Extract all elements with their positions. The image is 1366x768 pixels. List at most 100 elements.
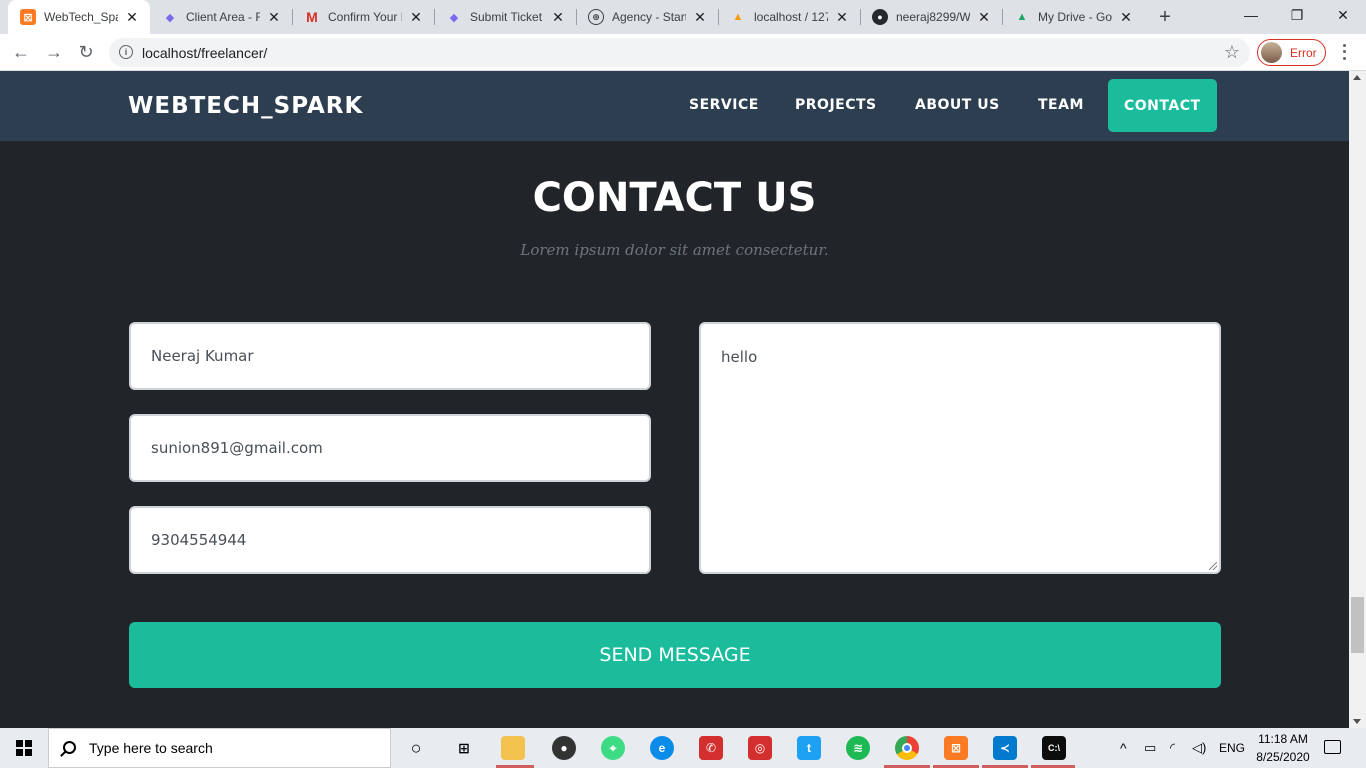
- close-icon[interactable]: ✕: [1118, 9, 1134, 25]
- tab-agency[interactable]: ⊕ Agency - Start ✕: [576, 0, 718, 34]
- language-indicator[interactable]: ENG: [1219, 728, 1245, 768]
- email-field[interactable]: sunion891@gmail.com: [129, 414, 651, 482]
- scroll-down-icon[interactable]: [1353, 719, 1361, 724]
- close-icon[interactable]: ✕: [124, 9, 140, 25]
- nav-about-us[interactable]: ABOUT US: [915, 97, 1000, 113]
- address-bar[interactable]: i localhost/freelancer/ ☆: [109, 38, 1250, 67]
- email-value: sunion891@gmail.com: [151, 439, 323, 457]
- cortana-icon[interactable]: ○: [404, 736, 428, 760]
- nav-team[interactable]: TEAM: [1038, 97, 1084, 113]
- browser-toolbar: ← → ↻ i localhost/freelancer/ ☆ Error: [0, 34, 1366, 71]
- reload-button[interactable]: ↻: [72, 38, 100, 66]
- phone-field[interactable]: 9304554944: [129, 506, 651, 574]
- tab-localhost[interactable]: ▲ localhost / 127 ✕: [718, 0, 860, 34]
- maps-icon[interactable]: ⌖: [601, 736, 625, 760]
- close-window-button[interactable]: ✕: [1320, 0, 1366, 30]
- section-subtitle: Lorem ipsum dolor sit amet consectetur.: [520, 241, 829, 259]
- search-icon: [63, 741, 76, 754]
- clock-date: 8/25/2020: [1256, 750, 1310, 764]
- volume-icon[interactable]: ◁): [1192, 728, 1206, 768]
- send-message-button[interactable]: SEND MESSAGE: [129, 622, 1221, 688]
- tab-title: localhost / 127: [754, 10, 828, 24]
- system-clock[interactable]: 11:18 AM 8/25/2020: [1248, 730, 1318, 766]
- close-icon[interactable]: ✕: [692, 9, 708, 25]
- task-view-icon[interactable]: ⊞: [452, 736, 476, 760]
- close-icon[interactable]: ✕: [408, 9, 424, 25]
- battery-icon[interactable]: ▭: [1144, 728, 1156, 768]
- profile-status: Error: [1290, 45, 1317, 60]
- close-icon[interactable]: ✕: [834, 9, 850, 25]
- avatar: [1261, 42, 1282, 63]
- google-drive-icon: ▲: [1016, 11, 1028, 23]
- windows-logo-icon: [16, 740, 32, 756]
- minimize-button[interactable]: —: [1228, 0, 1274, 30]
- site-brand[interactable]: WEBTECH_SPARK: [128, 93, 363, 119]
- tab-strip: ⊠ WebTech_Spar ✕ ◆ Client Area - Fr ✕ M …: [0, 0, 1366, 34]
- info-icon[interactable]: i: [119, 45, 133, 59]
- github-icon: ●: [872, 9, 888, 25]
- tab-my-drive[interactable]: ▲ My Drive - Goo ✕: [1002, 0, 1144, 34]
- profile-button[interactable]: Error: [1257, 39, 1326, 66]
- message-field[interactable]: hello: [699, 322, 1221, 574]
- xampp-icon: ⊠: [20, 9, 36, 25]
- scroll-up-icon[interactable]: [1353, 75, 1361, 80]
- tab-title: neeraj8299/W: [896, 10, 970, 24]
- instagram-icon[interactable]: ◎: [748, 736, 772, 760]
- globe-icon: ⊕: [588, 9, 604, 25]
- whatsapp-icon[interactable]: ✆: [699, 736, 723, 760]
- hostinger-icon: ◆: [165, 11, 175, 24]
- hostinger-icon: ◆: [449, 11, 459, 24]
- spotify-icon[interactable]: ≋: [846, 736, 870, 760]
- close-icon[interactable]: ✕: [976, 9, 992, 25]
- search-placeholder: Type here to search: [89, 740, 213, 756]
- chrome-icon[interactable]: [895, 736, 919, 760]
- file-explorer-icon[interactable]: [501, 736, 525, 760]
- tab-confirm[interactable]: M Confirm Your F ✕: [292, 0, 434, 34]
- gmail-icon: M: [306, 9, 318, 25]
- site-navbar: WEBTECH_SPARK SERVICE PROJECTS ABOUT US …: [0, 71, 1349, 141]
- show-hidden-icons-icon[interactable]: ^: [1120, 728, 1127, 768]
- tab-title: WebTech_Spar: [44, 10, 118, 24]
- tab-client-area[interactable]: ◆ Client Area - Fr ✕: [150, 0, 292, 34]
- resize-handle-icon[interactable]: [1209, 562, 1217, 570]
- clock-time: 11:18 AM: [1258, 732, 1308, 746]
- scrollbar-thumb[interactable]: [1351, 597, 1364, 653]
- page-viewport: WEBTECH_SPARK SERVICE PROJECTS ABOUT US …: [0, 71, 1349, 728]
- new-tab-button[interactable]: +: [1153, 5, 1177, 29]
- url-text: localhost/freelancer/: [142, 45, 268, 61]
- windows-taskbar: Type here to search ○ ⊞ ● ⌖ e ✆ ◎ t ≋ ⊠ …: [0, 728, 1366, 768]
- name-value: Neeraj Kumar: [151, 347, 254, 365]
- xampp-icon[interactable]: ⊠: [944, 736, 968, 760]
- forward-button[interactable]: →: [40, 38, 68, 66]
- nav-service[interactable]: SERVICE: [689, 97, 759, 113]
- start-button[interactable]: [0, 728, 48, 768]
- tab-title: Confirm Your F: [328, 10, 402, 24]
- tab-submit-ticket[interactable]: ◆ Submit Ticket ✕: [434, 0, 576, 34]
- vscode-icon[interactable]: ≺: [993, 736, 1017, 760]
- tab-github[interactable]: ● neeraj8299/W ✕: [860, 0, 1002, 34]
- taskbar-search[interactable]: Type here to search: [48, 728, 391, 768]
- nav-projects[interactable]: PROJECTS: [795, 97, 877, 113]
- twitter-icon[interactable]: t: [797, 736, 821, 760]
- close-icon[interactable]: ✕: [550, 9, 566, 25]
- terminal-icon[interactable]: C:\: [1042, 736, 1066, 760]
- section-title: CONTACT US: [532, 175, 817, 221]
- tab-title: My Drive - Goo: [1038, 10, 1112, 24]
- message-value: hello: [721, 348, 758, 366]
- phone-value: 9304554944: [151, 531, 247, 549]
- bookmark-star-icon[interactable]: ☆: [1224, 42, 1240, 63]
- tab-title: Client Area - Fr: [186, 10, 260, 24]
- tab-title: Agency - Start: [612, 10, 686, 24]
- page-scrollbar[interactable]: [1349, 71, 1366, 728]
- name-field[interactable]: Neeraj Kumar: [129, 322, 651, 390]
- notification-icon[interactable]: [1324, 740, 1341, 754]
- restore-button[interactable]: ❐: [1274, 0, 1320, 30]
- back-button[interactable]: ←: [7, 38, 35, 66]
- close-icon[interactable]: ✕: [266, 9, 282, 25]
- tab-webtech-spark[interactable]: ⊠ WebTech_Spar ✕: [8, 0, 150, 34]
- media-player-icon[interactable]: ●: [552, 736, 576, 760]
- wifi-icon[interactable]: ◜: [1170, 728, 1175, 768]
- edge-icon[interactable]: e: [650, 736, 674, 760]
- nav-contact[interactable]: CONTACT: [1108, 79, 1217, 132]
- kebab-menu-icon[interactable]: [1336, 42, 1352, 62]
